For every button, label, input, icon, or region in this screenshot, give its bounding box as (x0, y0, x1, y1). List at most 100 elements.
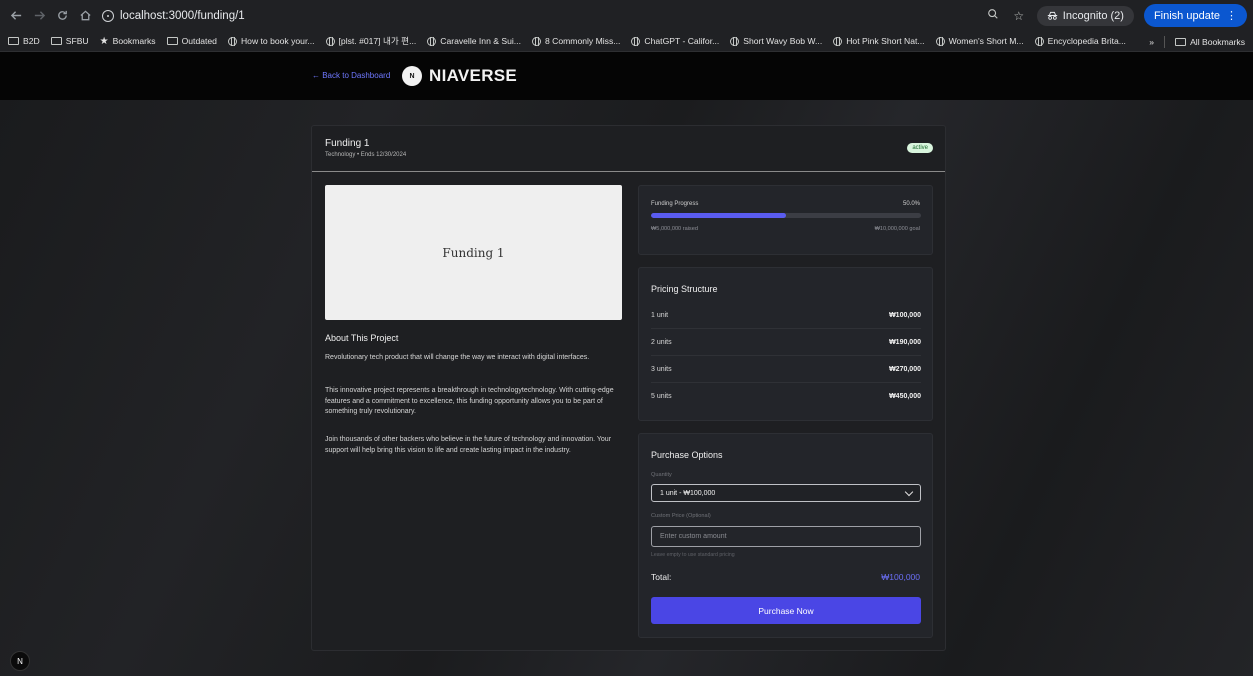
globe-icon (325, 36, 335, 46)
bookmarks-overflow-button[interactable]: » (1149, 37, 1154, 47)
about-title: About This Project (325, 333, 399, 343)
bookmark-item[interactable]: ★ Bookmarks (100, 36, 156, 47)
finish-update-button[interactable]: Finish update ⋮ (1143, 4, 1247, 27)
star-icon: ★ (99, 35, 109, 47)
bookmark-item[interactable]: B2D (8, 36, 40, 46)
funding-card: Funding 1 Technology • Ends 12/30/2024 a… (311, 125, 946, 651)
bookmark-star-icon[interactable]: ☆ (1011, 9, 1027, 23)
price-units: 3 units (651, 365, 672, 373)
custom-price-input[interactable] (651, 526, 921, 547)
bookmark-label: Short Wavy Bob W... (743, 36, 823, 46)
bookmark-item[interactable]: ChatGPT - Califor... (631, 36, 719, 46)
quantity-label: Quantity (651, 472, 672, 478)
funding-goal: ₩10,000,000 goal (874, 226, 920, 232)
forward-arrow-icon[interactable] (29, 6, 49, 26)
project-subtitle: Technology • Ends 12/30/2024 (325, 152, 407, 158)
price-value: ₩450,000 (889, 393, 921, 400)
address-bar[interactable]: localhost:3000/funding/1 (102, 5, 245, 27)
brand-name: NIAVERSE (429, 66, 518, 85)
about-paragraph-1: Revolutionary tech product that will cha… (325, 354, 590, 361)
price-row: 3 units ₩270,000 (651, 356, 921, 383)
price-units: 5 units (651, 393, 672, 400)
custom-price-label: Custom Price (Optional) (651, 513, 711, 519)
folder-icon (8, 37, 19, 45)
globe-icon (833, 36, 843, 46)
incognito-indicator[interactable]: Incognito (2) (1036, 5, 1134, 26)
all-bookmarks-label: All Bookmarks (1190, 36, 1245, 47)
purchase-now-button[interactable]: Purchase Now (651, 597, 921, 624)
bookmark-label: Bookmarks (112, 36, 156, 46)
custom-price-hint: Leave empty to use standard pricing (651, 552, 735, 558)
dev-tools-badge[interactable]: N (10, 651, 30, 671)
progress-label: Funding Progress (651, 201, 699, 207)
status-badge: active (907, 143, 933, 153)
bookmark-item[interactable]: 8 Commonly Miss... (531, 36, 620, 46)
progress-percent: 50.0% (902, 201, 920, 207)
globe-icon (730, 36, 740, 46)
site-info-icon[interactable] (102, 9, 114, 22)
brand-logo[interactable]: N NIAVERSE (402, 66, 517, 86)
project-image-label: Funding 1 (442, 245, 505, 260)
chevron-down-icon (904, 487, 914, 496)
bookmark-item[interactable]: Caravelle Inn & Sui... (427, 36, 521, 46)
globe-icon (227, 36, 237, 46)
price-units: 2 units (651, 338, 672, 346)
back-arrow-icon[interactable] (6, 6, 26, 26)
quantity-select-value: 1 unit - ₩100,000 (660, 489, 716, 497)
bookmark-label: Hot Pink Short Nat... (846, 36, 925, 46)
bookmark-label: SFBU (65, 36, 89, 46)
price-row: 2 units ₩190,000 (651, 329, 921, 356)
bookmark-label: Encyclopedia Brita... (1047, 36, 1126, 46)
project-image: Funding 1 (325, 185, 622, 320)
browser-toolbar: localhost:3000/funding/1 ☆ Incognito (2)… (0, 0, 1253, 31)
all-bookmarks-button[interactable]: All Bookmarks (1175, 37, 1245, 47)
more-menu-icon: ⋮ (1226, 10, 1237, 22)
bookmark-label: [plst. #017] 내가 편... (338, 36, 417, 46)
progress-bar-fill (651, 213, 786, 218)
pricing-title: Pricing Structure (651, 284, 718, 294)
logo-mark-icon: N (402, 66, 422, 86)
bookmark-item[interactable]: Women's Short M... (935, 36, 1024, 46)
bookmark-label: How to book your... (240, 36, 315, 46)
bookmark-item[interactable]: SFBU (50, 36, 89, 46)
bookmark-item[interactable]: Short Wavy Bob W... (730, 36, 822, 46)
pricing-structure-panel: Pricing Structure 1 unit ₩100,000 2 unit… (638, 267, 933, 421)
bookmark-item[interactable]: Hot Pink Short Nat... (833, 36, 925, 46)
price-value: ₩190,000 (889, 338, 921, 346)
amount-raised: ₩5,000,000 raised (651, 226, 698, 232)
globe-icon (935, 36, 945, 46)
url-text: localhost:3000/funding/1 (120, 9, 245, 22)
bookmark-item[interactable]: How to book your... (227, 36, 315, 46)
progress-bar (651, 213, 921, 218)
bookmark-item[interactable]: [plst. #017] 내가 편... (325, 35, 417, 47)
bookmark-label: Women's Short M... (948, 36, 1024, 46)
globe-icon (531, 36, 541, 46)
reload-icon[interactable] (52, 6, 72, 26)
home-icon[interactable] (75, 6, 95, 26)
bookmarks-overflow-area: » All Bookmarks (1141, 31, 1245, 51)
divider (1164, 35, 1166, 48)
globe-icon (631, 36, 641, 46)
back-to-dashboard-link[interactable]: ← Back to Dashboard (312, 71, 390, 80)
quantity-select[interactable]: 1 unit - ₩100,000 (651, 484, 921, 502)
purchase-options-panel: Purchase Options Quantity 1 unit - ₩100,… (638, 433, 933, 638)
bookmark-item[interactable]: Encyclopedia Brita... (1034, 36, 1126, 46)
incognito-icon (1047, 11, 1058, 20)
price-units: 1 unit (651, 311, 669, 319)
bookmark-item[interactable]: Outdated (166, 36, 217, 46)
price-row: 5 units ₩450,000 (651, 383, 921, 410)
purchase-title: Purchase Options (651, 450, 723, 460)
globe-icon (427, 36, 437, 46)
price-row: 1 unit ₩100,000 (651, 302, 921, 329)
zoom-icon[interactable] (985, 8, 1001, 23)
incognito-label: Incognito (2) (1062, 9, 1124, 22)
app-header: ← Back to Dashboard N NIAVERSE (0, 52, 1253, 100)
total-value: ₩100,000 (881, 572, 920, 582)
bookmark-label: B2D (23, 36, 40, 46)
bookmark-label: Caravelle Inn & Sui... (440, 36, 521, 46)
folder-icon (1175, 37, 1187, 46)
bookmark-label: ChatGPT - Califor... (644, 36, 720, 46)
funding-progress-panel: Funding Progress 50.0% ₩5,000,000 raised… (638, 185, 933, 255)
finish-update-label: Finish update (1153, 9, 1220, 22)
total-label: Total: (651, 572, 672, 582)
